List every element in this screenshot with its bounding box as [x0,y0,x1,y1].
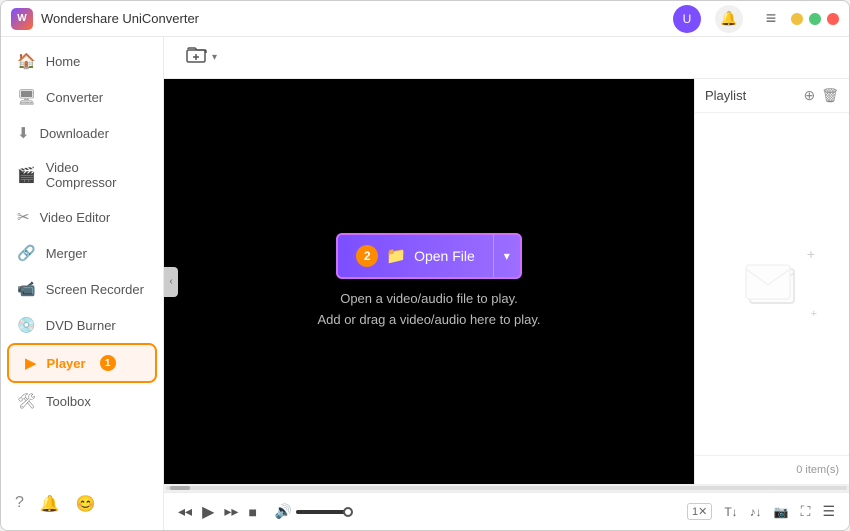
sidebar-item-converter[interactable]: 🖥 Converter [1,79,163,115]
sidebar-item-label: Converter [46,90,103,105]
video-center-content: 2 📁 Open File ▾ Open a video/audio file … [317,233,540,331]
playlist-panel: Playlist ⊕ 🗑 + + [694,79,849,484]
sidebar-item-screen-recorder[interactable]: 📹 Screen Recorder [1,271,163,307]
sidebar-item-label: Screen Recorder [46,282,144,297]
next-button[interactable]: ▸▸ [224,503,238,520]
video-playlist-area: ‹ 2 📁 Open File ▾ [164,79,849,484]
player-badge: 1 [100,355,116,371]
open-file-button[interactable]: 2 📁 Open File ▾ [336,233,522,279]
sidebar-item-toolbox[interactable]: 🛠 Toolbox [1,383,163,419]
sidebar-item-label: Merger [46,246,87,261]
minimize-button[interactable] [791,13,803,25]
sidebar-footer: ? 🔔 😊 [1,484,163,524]
stop-button[interactable]: ■ [248,504,256,520]
scrollbar-area[interactable] [164,484,849,492]
sidebar-item-video-compressor[interactable]: 🎬 Video Compressor [1,151,163,199]
sidebar-item-label: DVD Burner [46,318,116,333]
prev-button[interactable]: ◂◂ [178,503,192,520]
volume-thumb [343,507,353,517]
add-file-icon [186,45,208,71]
sidebar-item-merger[interactable]: 🔗 Merger [1,235,163,271]
toolbar: ▾ [164,37,849,79]
app-title: Wondershare UniConverter [41,11,673,26]
converter-icon: 🖥 [17,88,36,106]
add-file-arrow: ▾ [212,52,217,63]
title-bar: W Wondershare UniConverter U 🔔 ≡ [1,1,849,37]
subtitle-button[interactable]: T↓ [724,505,737,519]
feedback-icon[interactable]: 😊 [76,494,96,514]
video-hint-line1: Open a video/audio file to play. [317,289,540,310]
app-logo: W [11,8,33,30]
play-button[interactable]: ▶ [202,502,214,522]
open-file-folder-icon: 📁 [386,246,406,266]
plus-icon-br: + [811,308,817,320]
audio-button[interactable]: ♪↓ [750,505,762,519]
playlist-item-count: 0 item(s) [695,455,849,484]
sidebar-item-label: Video Editor [40,210,111,225]
volume-area: 🔊 [275,503,351,520]
toolbox-icon: 🛠 [17,392,36,410]
collapse-panel-arrow[interactable]: ‹ [164,267,178,297]
sidebar-item-home[interactable]: 🏠 Home [1,43,163,79]
player-controls: ◂◂ ▶ ▸▸ ■ 🔊 1✕ T↓ ♪↓ 📷 ⛶ ☰ [164,492,849,530]
title-bar-icons: U 🔔 ≡ [673,5,785,33]
speed-button[interactable]: 1✕ [687,503,712,520]
sidebar-item-label: Home [46,54,81,69]
add-file-button[interactable]: ▾ [178,41,225,75]
avatar-icon[interactable]: U [673,5,701,33]
sidebar-item-video-editor[interactable]: ✂ Video Editor [1,199,163,235]
playlist-title: Playlist [705,88,746,103]
downloader-icon: ⬇ [17,124,30,142]
playlist-header: Playlist ⊕ 🗑 [695,79,849,113]
scrollbar-track[interactable] [166,486,847,490]
volume-icon[interactable]: 🔊 [275,503,292,520]
playlist-content: + + [695,113,849,455]
video-panel: ‹ 2 📁 Open File ▾ [164,79,694,484]
screen-recorder-icon: 📹 [17,280,36,298]
help-icon[interactable]: ? [15,494,24,514]
plus-icon-tr: + [807,246,815,262]
sidebar-item-label: Video Compressor [46,160,147,190]
content-area: ▾ ‹ 2 📁 Open File [164,37,849,530]
window-controls [791,13,839,25]
notification-footer-icon[interactable]: 🔔 [40,494,60,514]
dvd-burner-icon: 💿 [17,316,36,334]
scrollbar-thumb[interactable] [170,486,190,490]
sidebar-item-label: Downloader [40,126,109,141]
playlist-delete-icon[interactable]: 🗑 [821,87,839,104]
video-hint: Open a video/audio file to play. Add or … [317,289,540,331]
right-controls: 1✕ T↓ ♪↓ 📷 ⛶ ☰ [687,503,835,520]
video-editor-icon: ✂ [17,208,30,226]
close-button[interactable] [827,13,839,25]
open-file-arrow[interactable]: ▾ [494,239,520,273]
playlist-empty-illustration: + + [727,244,817,324]
sidebar-item-dvd-burner[interactable]: 💿 DVD Burner [1,307,163,343]
video-compressor-icon: 🎬 [17,166,36,184]
fullscreen-button[interactable]: ⛶ [801,503,811,520]
open-file-label: Open File [414,248,475,264]
sidebar-item-label: Player [47,356,86,371]
screenshot-button[interactable]: 📷 [774,505,789,519]
sidebar-item-player[interactable]: ▶ Player 1 [7,343,157,383]
merger-icon: 🔗 [17,244,36,262]
app-window: W Wondershare UniConverter U 🔔 ≡ 🏠 Home [0,0,850,531]
volume-slider[interactable] [296,510,351,514]
main-layout: 🏠 Home 🖥 Converter ⬇ Downloader 🎬 Video … [1,37,849,530]
sidebar: 🏠 Home 🖥 Converter ⬇ Downloader 🎬 Video … [1,37,164,530]
video-hint-line2: Add or drag a video/audio here to play. [317,310,540,331]
playlist-actions: ⊕ 🗑 [803,87,839,104]
player-icon: ▶ [25,354,37,372]
home-icon: 🏠 [17,52,36,70]
playlist-toggle-button[interactable]: ☰ [822,503,835,520]
open-file-badge: 2 [356,245,378,267]
playlist-add-icon[interactable]: ⊕ [803,87,815,104]
menu-icon[interactable]: ≡ [757,5,785,33]
notification-icon[interactable]: 🔔 [715,5,743,33]
sidebar-item-downloader[interactable]: ⬇ Downloader [1,115,163,151]
maximize-button[interactable] [809,13,821,25]
sidebar-item-label: Toolbox [46,394,91,409]
